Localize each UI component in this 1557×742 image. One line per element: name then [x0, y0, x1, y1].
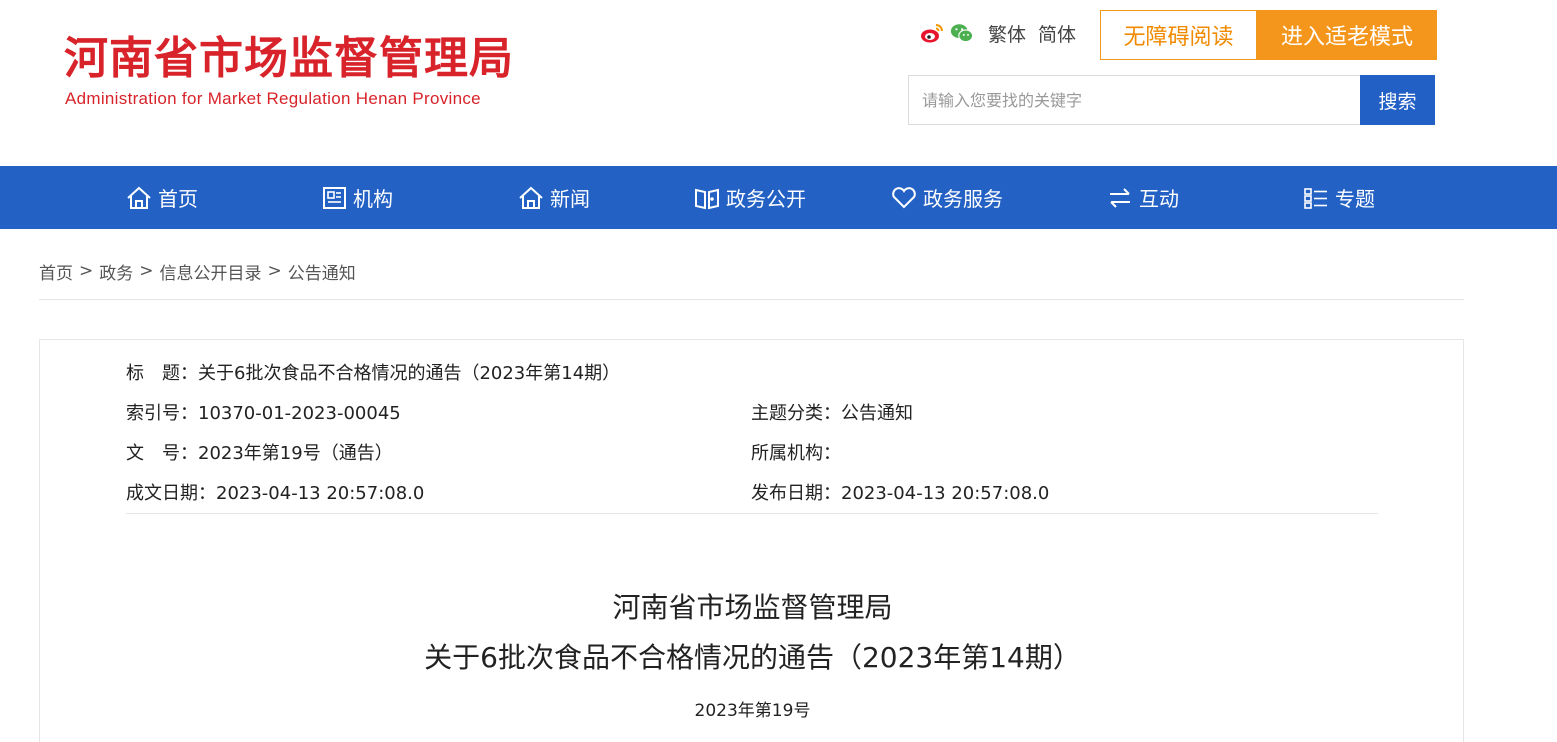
nav-item-home[interactable]: 首页 [126, 166, 198, 229]
breadcrumb-gov[interactable]: 政务 [99, 259, 133, 284]
breadcrumb-divider [39, 299, 1464, 300]
site-header: 河南省市场监督管理局 Administration for Market Reg… [0, 0, 1557, 166]
doc-title-line2: 关于6批次食品不合格情况的通告（2023年第14期） [424, 641, 1081, 674]
nav-item-gov-open[interactable]: 政务公开 [694, 166, 806, 229]
home-icon [127, 186, 151, 209]
search-box [908, 75, 1361, 125]
search-button[interactable]: 搜索 [1360, 75, 1435, 125]
breadcrumb-separator: > [79, 261, 94, 281]
list-icon [1304, 187, 1327, 209]
meta-topic-label: 主题分类： [751, 403, 841, 424]
meta-title-label: 标 题： [126, 363, 198, 384]
nav-item-gov-service[interactable]: 政务服务 [891, 166, 1003, 229]
site-logo-cn[interactable]: 河南省市场监督管理局 [64, 30, 514, 88]
meta-index: 索引号：10370-01-2023-00045 [126, 401, 401, 427]
nav-item-label: 首页 [158, 187, 198, 211]
meta-created-value: 2023-04-13 20:57:08.0 [216, 483, 425, 504]
meta-published-value: 2023-04-13 20:57:08.0 [841, 483, 1050, 504]
meta-divider [126, 513, 1378, 514]
main-nav: 首页 机构 新闻 政务公开 政务服务 互动 专题 [0, 166, 1557, 229]
article-container: 标 题：关于6批次食品不合格情况的通告（2023年第14期） 索引号：10370… [39, 339, 1464, 742]
accessible-reading-button[interactable]: 无障碍阅读 [1100, 10, 1257, 60]
org-icon [323, 186, 346, 209]
breadcrumb: 首页 > 政务 > 信息公开目录 > 公告通知 [39, 259, 356, 284]
nav-item-label: 政务服务 [923, 187, 1003, 211]
meta-published-label: 发布日期： [751, 483, 841, 504]
breadcrumb-notices[interactable]: 公告通知 [288, 259, 356, 284]
meta-org: 所属机构： [751, 441, 841, 467]
breadcrumb-home[interactable]: 首页 [39, 259, 73, 284]
lang-traditional-link[interactable]: 繁体 [988, 20, 1026, 47]
book-icon [695, 188, 719, 209]
lang-simplified-link[interactable]: 简体 [1038, 20, 1076, 47]
meta-title: 标 题：关于6批次食品不合格情况的通告（2023年第14期） [126, 361, 620, 387]
meta-docno-label: 文 号： [126, 443, 198, 464]
meta-created: 成文日期：2023-04-13 20:57:08.0 [126, 481, 424, 507]
home-icon [519, 186, 543, 209]
nav-item-news[interactable]: 新闻 [518, 166, 590, 229]
elder-mode-button[interactable]: 进入适老模式 [1257, 10, 1437, 60]
social-lang-bar: 繁体 简体 [920, 20, 1080, 46]
meta-index-label: 索引号： [126, 403, 198, 424]
meta-topic-value: 公告通知 [841, 403, 913, 424]
meta-index-value: 10370-01-2023-00045 [198, 403, 401, 424]
nav-item-label: 专题 [1335, 187, 1375, 211]
wechat-icon[interactable] [950, 21, 974, 45]
nav-item-topics[interactable]: 专题 [1303, 166, 1375, 229]
weibo-icon[interactable] [920, 21, 944, 45]
nav-item-interact[interactable]: 互动 [1107, 166, 1179, 229]
doc-title-line1: 河南省市场监督管理局 [612, 591, 893, 624]
exchange-icon [1110, 187, 1130, 208]
meta-docno: 文 号：2023年第19号（通告） [126, 441, 393, 467]
nav-item-label: 新闻 [550, 187, 590, 211]
heart-icon [892, 186, 916, 208]
meta-topic: 主题分类：公告通知 [751, 401, 913, 427]
meta-title-value: 关于6批次食品不合格情况的通告（2023年第14期） [198, 363, 621, 384]
search-input[interactable] [922, 90, 1360, 110]
meta-published: 发布日期：2023-04-13 20:57:08.0 [751, 481, 1049, 507]
doc-number: 2023年第19号 [694, 701, 811, 721]
nav-item-label: 机构 [353, 187, 393, 211]
nav-item-label: 政务公开 [726, 187, 806, 211]
breadcrumb-separator: > [139, 261, 154, 281]
breadcrumb-separator: > [267, 261, 282, 281]
meta-docno-value: 2023年第19号（通告） [198, 443, 393, 464]
meta-created-label: 成文日期： [126, 483, 216, 504]
breadcrumb-catalog[interactable]: 信息公开目录 [160, 259, 262, 284]
meta-org-label: 所属机构： [751, 443, 841, 464]
nav-item-org[interactable]: 机构 [322, 166, 393, 229]
site-logo-en[interactable]: Administration for Market Regulation Hen… [65, 89, 481, 109]
nav-item-label: 互动 [1139, 187, 1179, 211]
